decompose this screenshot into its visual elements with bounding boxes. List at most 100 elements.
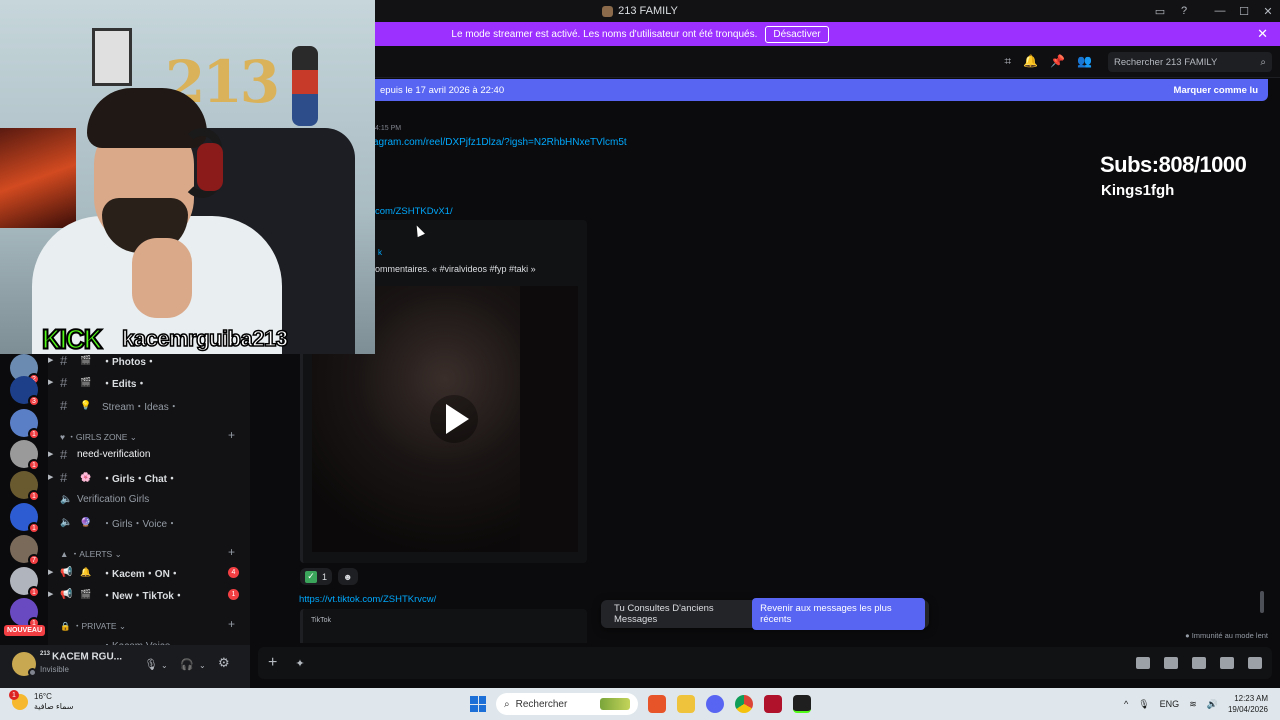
tiktok-link-2[interactable]: https://vt.tiktok.com/ZSHTKrvcw/ bbox=[299, 594, 436, 605]
weather-widget[interactable]: 1 16°C سماء صافية bbox=[9, 690, 74, 712]
search-input[interactable]: Rechercher 213 FAMILY ⌕ bbox=[1108, 52, 1272, 72]
chevron-down-icon[interactable]: ⌄ bbox=[161, 661, 168, 670]
weather-badge: 1 bbox=[9, 690, 19, 700]
maximize-button[interactable]: ☐ bbox=[1232, 5, 1256, 18]
server-icon[interactable]: 1 bbox=[10, 598, 40, 629]
server-icon[interactable]: 1 bbox=[10, 567, 40, 598]
jump-bar: Tu Consultes D'anciens Messages Revenir … bbox=[601, 598, 929, 630]
kick-app-icon[interactable] bbox=[793, 695, 811, 713]
play-icon[interactable] bbox=[429, 394, 479, 444]
hash-icon: # bbox=[60, 469, 68, 485]
category-private[interactable]: 🔒 ・Private ⌄ bbox=[60, 620, 126, 632]
new-messages-bar[interactable]: epuis le 17 avril 2026 à 22:40 Marquer c… bbox=[370, 79, 1268, 101]
server-badge: 3 bbox=[28, 395, 40, 407]
add-channel-icon[interactable]: + bbox=[228, 428, 235, 442]
adobe-icon[interactable] bbox=[764, 695, 782, 713]
chevron-up-icon[interactable]: ^ bbox=[1124, 699, 1128, 709]
add-channel-icon[interactable]: + bbox=[228, 545, 235, 559]
brave-icon[interactable] bbox=[648, 695, 666, 713]
minimize-button[interactable]: — bbox=[1208, 5, 1232, 17]
disable-streamer-button[interactable]: Désactiver bbox=[765, 25, 829, 43]
bell-icon: 🔔 bbox=[80, 566, 92, 577]
channel-stream-ideas[interactable]: # 💡 Stream・Ideas・ bbox=[48, 396, 250, 414]
close-banner-icon[interactable]: ✕ bbox=[1257, 26, 1268, 42]
channel-label: ・Girls・Voice・ bbox=[102, 518, 178, 530]
server-icon[interactable]: 1 bbox=[10, 503, 40, 534]
microphone-icon[interactable]: 🎙 bbox=[144, 658, 158, 671]
crystal-ball-icon: 🔮 bbox=[80, 516, 92, 527]
server-icon[interactable]: 3 bbox=[10, 376, 40, 407]
apps-icon[interactable] bbox=[1248, 657, 1262, 669]
embed-author[interactable]: k bbox=[378, 248, 382, 257]
streamer bbox=[32, 88, 282, 354]
inbox-icon[interactable]: ▭ bbox=[1148, 5, 1172, 18]
file-explorer-icon[interactable] bbox=[677, 695, 695, 713]
channel-girls-voice[interactable]: 🔈 🔮 ・Girls・Voice・ bbox=[48, 513, 250, 531]
streamer-mode-text: Le mode streamer est activé. Les noms d'… bbox=[451, 28, 758, 40]
channel-label: ・Edits・ bbox=[102, 378, 147, 390]
username[interactable]: 213 KACEM RGU... bbox=[40, 651, 122, 662]
clapper-icon: 🎬 bbox=[80, 588, 92, 599]
speaker-icon: 🔈 bbox=[60, 493, 73, 505]
gif-icon[interactable] bbox=[1164, 657, 1178, 669]
gift-icon[interactable] bbox=[1136, 657, 1150, 669]
clock-time: 12:23 AM bbox=[1234, 694, 1268, 703]
mention-badge: 4 bbox=[228, 566, 239, 578]
channel-edits[interactable]: ▶ # 🎬 ・Edits・ bbox=[48, 373, 250, 391]
server-icon[interactable]: 1 bbox=[10, 440, 40, 471]
wifi-icon[interactable]: ≋ bbox=[1189, 699, 1197, 710]
notification-bell-icon[interactable]: 🔔 bbox=[1023, 54, 1038, 69]
jump-to-present-button[interactable]: Revenir aux messages les plus récents bbox=[752, 598, 925, 630]
hash-icon: # bbox=[60, 374, 68, 390]
headphones-icon[interactable]: 🎧 bbox=[180, 658, 194, 671]
server-icon[interactable]: 7 bbox=[10, 535, 40, 566]
channel-girls-chat[interactable]: ▶ # 🌸 ・Girls・Chat・ bbox=[48, 468, 250, 486]
channel-need-verification[interactable]: ▶ # need-verification bbox=[48, 445, 250, 463]
server-icon[interactable]: 1 bbox=[10, 471, 40, 502]
scrollbar[interactable] bbox=[1260, 591, 1264, 613]
sticker-icon[interactable] bbox=[1192, 657, 1206, 669]
instagram-link[interactable]: agram.com/reel/DXPjfz1Dlza/?igsh=N2RhbHN… bbox=[373, 137, 627, 148]
clock[interactable]: 12:23 AM 19/04/2026 bbox=[1228, 693, 1268, 715]
clock-date: 19/04/2026 bbox=[1227, 705, 1268, 714]
channel-kacem-voice[interactable]: ・Kacem Voice bbox=[48, 635, 250, 646]
member-list-icon[interactable]: 👥 bbox=[1077, 54, 1092, 69]
emoji-picker-icon[interactable] bbox=[1220, 657, 1234, 669]
discord-icon[interactable] bbox=[706, 695, 724, 713]
language-indicator[interactable]: ENG bbox=[1160, 699, 1180, 709]
pinned-icon[interactable]: 📌 bbox=[1050, 54, 1065, 69]
chevron-down-icon[interactable]: ⌄ bbox=[199, 661, 206, 670]
gear-icon[interactable]: ⚙ bbox=[218, 655, 230, 671]
message-composer[interactable]: + ✦ bbox=[258, 647, 1272, 679]
close-button[interactable]: ✕ bbox=[1256, 5, 1280, 18]
microphone-icon[interactable]: 🎙 bbox=[1138, 699, 1149, 710]
tiktok-embed-2: TikTok bbox=[300, 609, 587, 643]
channel-label: need-verification bbox=[77, 448, 151, 460]
message-timestamp: 4:15 PM bbox=[375, 125, 402, 132]
tiktok-link-1[interactable]: com/ZSHTKDvX1/ bbox=[375, 206, 453, 217]
category-girls-zone[interactable]: ♥ ・GIRLS ZONE ⌄ bbox=[60, 431, 137, 443]
channel-new-tiktok[interactable]: ▶ 📢 🎬 ・New・TikTok・ 1 bbox=[48, 585, 250, 603]
channel-photos[interactable]: ▶ # 🎬 ・Photos・ bbox=[48, 354, 250, 369]
channel-label: ・Kacem・ON・ bbox=[102, 568, 180, 580]
help-icon[interactable]: ? bbox=[1172, 5, 1196, 17]
user-status: Invisible bbox=[40, 665, 69, 674]
server-icon[interactable]: 1 bbox=[10, 409, 40, 440]
threads-icon[interactable]: ⌗ bbox=[1004, 54, 1011, 69]
chrome-icon[interactable] bbox=[735, 695, 753, 713]
app-launcher-icon[interactable]: ✦ bbox=[295, 657, 304, 670]
start-button[interactable] bbox=[470, 696, 486, 712]
reaction-check[interactable]: ✓ 1 bbox=[300, 568, 333, 585]
mark-as-read-button[interactable]: Marquer comme lu bbox=[1174, 85, 1258, 96]
webcam-overlay: 213 bbox=[0, 0, 375, 354]
volume-icon[interactable]: 🔊 bbox=[1207, 699, 1218, 710]
channel-kacem-on[interactable]: ▶ 📢 🔔 ・Kacem・ON・ 4 bbox=[48, 563, 250, 581]
add-attachment-icon[interactable]: + bbox=[268, 654, 277, 672]
category-alerts[interactable]: ▲ ・ALERTS ⌄ bbox=[60, 548, 122, 560]
add-reaction-button[interactable]: ☻ bbox=[338, 568, 358, 585]
add-channel-icon[interactable]: + bbox=[228, 617, 235, 631]
taskbar-search[interactable]: ⌕ Rechercher bbox=[496, 693, 638, 715]
channel-verification-girls[interactable]: 🔈 Verification Girls bbox=[48, 490, 250, 508]
channel-label: Verification Girls bbox=[77, 493, 150, 505]
channel-label: Stream・Ideas・ bbox=[102, 401, 179, 413]
